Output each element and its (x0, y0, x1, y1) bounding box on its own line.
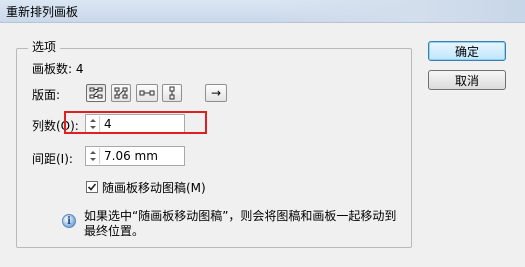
title-bar-gradient (265, 0, 525, 22)
right-arrow-icon: → (210, 86, 222, 100)
direction-toggle-button[interactable]: → (205, 84, 227, 102)
move-artwork-label[interactable]: 随画板移动图稿(M) (102, 179, 206, 196)
ok-button[interactable]: 确定 (428, 41, 506, 61)
stepper-arrows-icon[interactable] (87, 148, 100, 164)
grid-by-row-icon (89, 87, 103, 99)
checkmark-icon (87, 183, 97, 191)
window-title: 重新排列画板 (6, 5, 79, 19)
spacing-value[interactable]: 7.06 mm (104, 149, 158, 163)
spacing-label: 间距(I): (32, 152, 73, 166)
cancel-button[interactable]: 取消 (428, 70, 506, 90)
artboard-count: 画板数: 4 (32, 62, 84, 76)
grid-by-column-icon (114, 87, 128, 99)
arrange-by-row-icon (139, 90, 155, 96)
title-bar: 重新排列画板 (0, 0, 525, 23)
arrange-by-column-button[interactable] (162, 84, 182, 102)
grid-by-column-button[interactable] (111, 84, 131, 102)
move-artwork-checkbox[interactable] (86, 181, 98, 193)
spacing-stepper[interactable]: 7.06 mm (85, 146, 185, 166)
options-group-label: 选项 (28, 38, 61, 55)
layout-label: 版面: (32, 88, 61, 102)
info-text-line2: 最终位置。 (84, 224, 145, 238)
highlight-box (64, 111, 207, 134)
arrange-by-column-icon (169, 86, 175, 100)
info-icon: i (62, 214, 76, 228)
grid-by-row-button[interactable] (86, 84, 106, 102)
arrange-by-row-button[interactable] (136, 84, 158, 102)
